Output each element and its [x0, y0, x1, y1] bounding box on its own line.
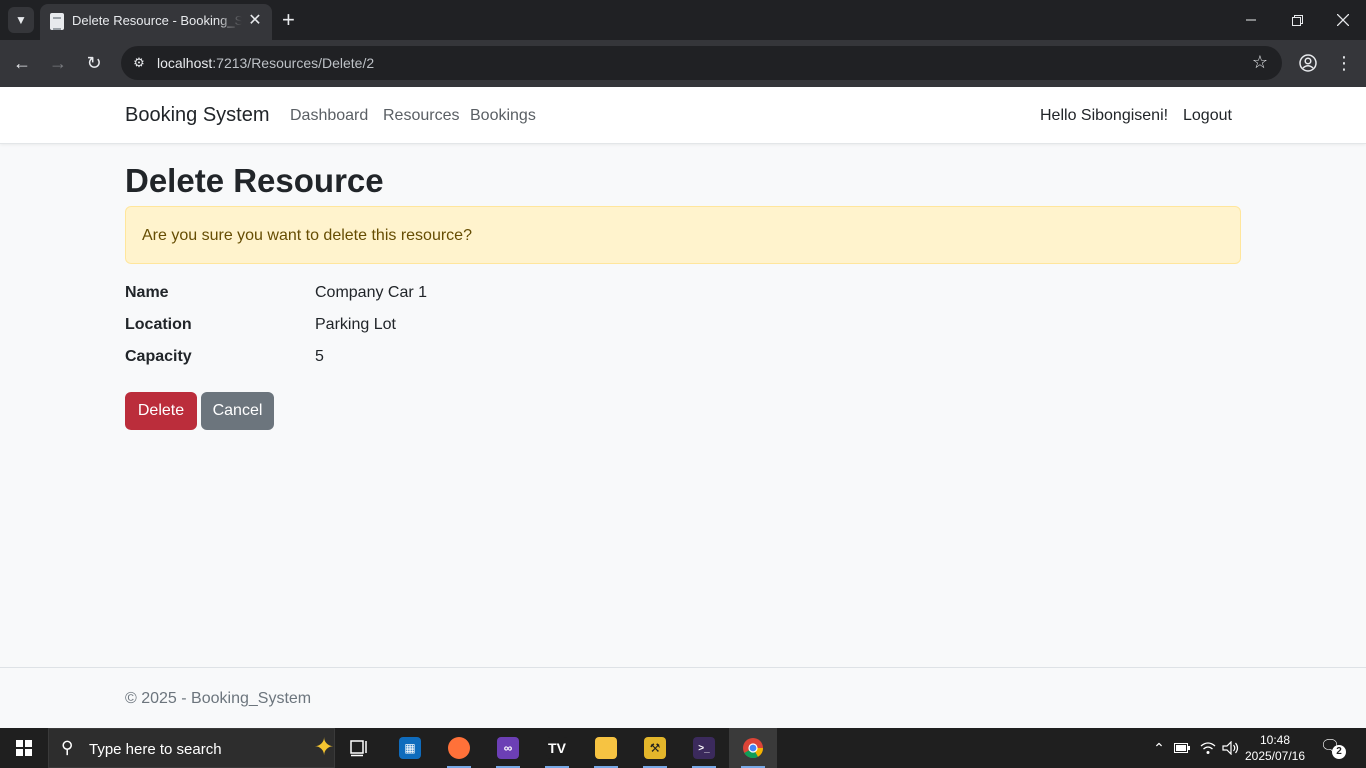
taskbar-app-terminal[interactable]: >_	[680, 728, 728, 768]
url-text[interactable]: localhost:7213/Resources/Delete/2	[157, 55, 374, 71]
profile-icon	[1299, 54, 1317, 72]
taskbar-search-placeholder: Type here to search	[89, 741, 222, 758]
terminal-icon: >_	[693, 737, 715, 759]
nav-bookings[interactable]: Bookings	[470, 107, 536, 125]
nav-dashboard[interactable]: Dashboard	[290, 107, 368, 125]
microsoft-store-icon: ▦	[399, 737, 421, 759]
browser-toolbar: ← → ↻ ⚙ localhost:7213/Resources/Delete/…	[0, 40, 1366, 87]
minimize-button[interactable]	[1228, 0, 1274, 40]
detail-value-name: Company Car 1	[315, 284, 428, 301]
site-settings-icon[interactable]: ⚙	[129, 53, 149, 73]
taskbar-search-box[interactable]: ⚲ Type here to search ✦	[48, 728, 335, 768]
clock-date: 2025/07/16	[1244, 749, 1306, 763]
close-window-button[interactable]	[1320, 0, 1366, 40]
close-icon	[1337, 14, 1349, 26]
address-bar[interactable]: ⚙ localhost:7213/Resources/Delete/2 ☆	[121, 46, 1282, 80]
visual-studio-icon: ∞	[497, 737, 519, 759]
taskbar-app-tools[interactable]: ⚒	[631, 728, 679, 768]
task-view-button[interactable]	[336, 728, 384, 768]
taskbar-app-visual-studio[interactable]: ∞	[484, 728, 532, 768]
logout-link[interactable]: Logout	[1183, 107, 1232, 125]
notification-count-badge: 2	[1332, 745, 1346, 759]
url-path: :7213/Resources/Delete/2	[212, 55, 375, 71]
tab-close-icon[interactable]: ✕	[246, 11, 264, 31]
footer-copyright: © 2025 - Booking_System	[125, 690, 312, 707]
taskbar-app-chrome[interactable]	[729, 728, 777, 768]
detail-value-capacity: 5	[315, 348, 324, 365]
chevron-down-icon: ▼	[15, 13, 27, 27]
wifi-icon[interactable]	[1198, 728, 1218, 768]
forward-button[interactable]: →	[45, 50, 71, 76]
show-hidden-icons-button[interactable]: ⌃	[1150, 728, 1168, 768]
clock-time: 10:48	[1259, 733, 1291, 747]
windows-logo-icon	[16, 740, 32, 756]
user-greeting[interactable]: Hello Sibongiseni!	[1040, 107, 1168, 125]
browser-menu-button[interactable]: ⋮	[1331, 50, 1357, 76]
minimize-icon	[1246, 19, 1256, 21]
windows-taskbar: ⚲ Type here to search ✦ ▦ ∞ TV ⚒ >_ ⌃ 10…	[0, 728, 1366, 768]
restore-icon	[1291, 14, 1303, 26]
notification-center-button[interactable]: 🗨 2	[1320, 736, 1346, 759]
taskbar-app-tradingview[interactable]: TV	[533, 728, 581, 768]
web-page: Booking System Dashboard Resources Booki…	[0, 87, 1366, 728]
chrome-icon	[743, 738, 764, 759]
restore-button[interactable]	[1274, 0, 1320, 40]
folder-icon	[595, 737, 617, 759]
tools-icon: ⚒	[644, 737, 666, 759]
bookmark-star-icon[interactable]: ☆	[1252, 52, 1268, 73]
detail-label-location: Location	[125, 316, 192, 333]
page-favicon-icon	[50, 13, 64, 30]
delete-button[interactable]: Delete	[125, 392, 197, 430]
start-button[interactable]	[0, 728, 48, 768]
profile-button[interactable]	[1295, 50, 1321, 76]
detail-label-capacity: Capacity	[125, 348, 192, 365]
browser-tab-active[interactable]: Delete Resource - Booking_System ✕	[40, 4, 272, 40]
copilot-sparkle-icon[interactable]: ✦	[314, 733, 334, 762]
site-navbar: Booking System Dashboard Resources Booki…	[0, 87, 1366, 144]
tab-search-button[interactable]: ▼	[8, 7, 34, 33]
tradingview-icon: TV	[546, 737, 568, 759]
url-host: localhost	[157, 55, 213, 71]
brand-link[interactable]: Booking System	[125, 104, 270, 127]
taskbar-app-firefox[interactable]	[435, 728, 483, 768]
warning-alert: Are you sure you want to delete this res…	[125, 206, 1241, 264]
firefox-icon	[448, 737, 470, 759]
cancel-button[interactable]: Cancel	[201, 392, 274, 430]
back-button[interactable]: ←	[9, 50, 35, 76]
battery-icon[interactable]	[1173, 728, 1191, 768]
chevron-up-icon: ⌃	[1153, 739, 1165, 756]
reload-icon: ↻	[86, 52, 102, 73]
more-vertical-icon: ⋮	[1335, 52, 1353, 73]
taskbar-app-store[interactable]: ▦	[386, 728, 434, 768]
nav-resources[interactable]: Resources	[383, 107, 459, 125]
detail-label-name: Name	[125, 284, 169, 301]
browser-tab-bar: ▼ Delete Resource - Booking_System ✕ +	[0, 0, 1366, 40]
arrow-left-icon: ←	[13, 52, 31, 73]
new-tab-button[interactable]: +	[282, 8, 295, 32]
taskbar-app-file-explorer[interactable]	[582, 728, 630, 768]
page-title: Delete Resource	[125, 162, 384, 199]
arrow-right-icon: →	[49, 52, 67, 73]
volume-icon[interactable]	[1220, 728, 1242, 768]
task-view-icon	[350, 740, 367, 757]
site-footer: © 2025 - Booking_System	[0, 667, 1366, 728]
reload-button[interactable]: ↻	[81, 50, 107, 76]
tab-title: Delete Resource - Booking_System	[72, 13, 242, 28]
taskbar-clock[interactable]: 10:48 2025/07/16	[1240, 732, 1310, 764]
search-icon: ⚲	[61, 738, 74, 757]
detail-value-location: Parking Lot	[315, 316, 396, 333]
